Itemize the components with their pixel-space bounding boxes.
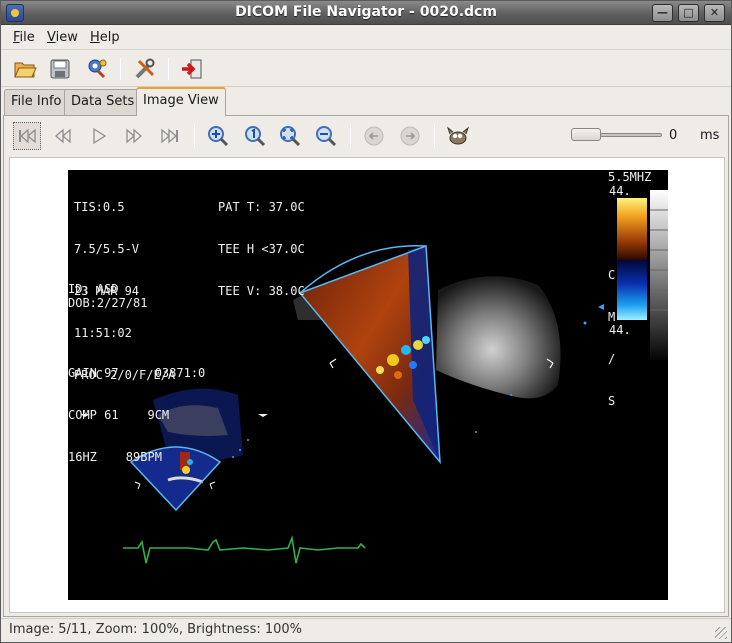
overlay-tee-v: TEE V: 38.0C: [218, 284, 305, 298]
zoom-out-icon[interactable]: [312, 122, 340, 150]
rotate-left-icon[interactable]: [360, 122, 388, 150]
overlay-top-mid: PAT T: 37.0C TEE H <37.0C TEE V: 38.0C: [218, 172, 305, 326]
menu-help[interactable]: Help: [90, 30, 120, 45]
exit-icon[interactable]: [178, 55, 206, 83]
menu-view[interactable]: View: [47, 30, 78, 45]
settings-tools-icon[interactable]: [131, 55, 159, 83]
frame-delay-unit: ms: [700, 128, 720, 143]
main-toolbar: [1, 51, 731, 87]
overlay-probe: 7.5/5.5-V: [74, 242, 140, 256]
next-frame-icon[interactable]: [120, 122, 148, 150]
dicom-image[interactable]: TIS:0.5 7.5/5.5-V 23 MAR 94 11:51:02 PRO…: [68, 170, 668, 600]
gimp-icon[interactable]: [444, 122, 472, 150]
open-folder-icon[interactable]: [11, 55, 39, 83]
toolbar-separator: [194, 125, 195, 147]
play-icon[interactable]: [85, 122, 113, 150]
toolbar-separator: [434, 125, 435, 147]
maximize-button[interactable]: □: [678, 4, 699, 22]
overlay-dob: DOB:2/27/81: [68, 296, 148, 310]
tab-file-info[interactable]: File Info: [4, 89, 69, 115]
overlay-scale-top: 44.: [609, 184, 631, 198]
overlay-frequency: 5.5MHZ: [608, 170, 652, 184]
tab-data-sets[interactable]: Data Sets: [64, 89, 142, 115]
overlay-scale-unit: C M / S: [608, 268, 616, 408]
toolbar-separator: [350, 125, 351, 147]
window-title: DICOM File Navigator - 0020.dcm: [235, 4, 497, 20]
tab-image-view[interactable]: Image View: [136, 87, 226, 116]
overlay-comp: COMP 61 9CM: [68, 408, 170, 422]
menu-file[interactable]: File: [13, 30, 35, 45]
resize-grip-icon[interactable]: [715, 627, 727, 639]
last-frame-icon[interactable]: [156, 122, 184, 150]
zoom-in-icon[interactable]: [204, 122, 232, 150]
title-bar[interactable]: DICOM File Navigator - 0020.dcm — □ ✕: [1, 1, 731, 25]
close-button[interactable]: ✕: [704, 4, 725, 22]
rotate-right-icon[interactable]: [396, 122, 424, 150]
overlay-id: ID: ASD: [68, 282, 119, 296]
toolbar-separator: [168, 58, 169, 80]
status-bar: Image: 5/11, Zoom: 100%, Brightness: 100…: [1, 618, 731, 642]
zoom-fit-icon[interactable]: [276, 122, 304, 150]
toolbar-separator: [120, 58, 121, 80]
overlay-pat-temp: PAT T: 37.0C: [218, 200, 305, 214]
save-icon[interactable]: [46, 55, 74, 83]
overlay-params: GAIN 97 03871:0 COMP 61 9CM 16HZ 89BPM: [68, 338, 205, 492]
image-view-panel: 0 ms TIS:0.5 7.5/5.5-V 23 MAR 94 11:51:0…: [3, 115, 729, 617]
anonymize-icon[interactable]: [83, 55, 111, 83]
first-frame-icon[interactable]: [13, 122, 41, 150]
zoom-actual-icon[interactable]: [241, 122, 269, 150]
minimize-button[interactable]: —: [652, 4, 673, 22]
overlay-tee-h: TEE H <37.0C: [218, 242, 305, 256]
overlay-rate: 16HZ 89BPM: [68, 450, 162, 464]
frame-delay-value: 0: [669, 128, 678, 143]
overlay-tis: TIS:0.5: [74, 200, 125, 214]
app-window: DICOM File Navigator - 0020.dcm — □ ✕ Fi…: [0, 0, 732, 643]
ecg-trace: [123, 535, 366, 564]
image-viewport[interactable]: TIS:0.5 7.5/5.5-V 23 MAR 94 11:51:02 PRO…: [9, 157, 725, 613]
previous-frame-icon[interactable]: [49, 122, 77, 150]
overlay-gain: GAIN 97 03871:0: [68, 366, 206, 380]
frame-delay-slider-thumb[interactable]: [571, 128, 601, 141]
menu-bar: File View Help: [1, 26, 731, 50]
status-text: Image: 5/11, Zoom: 100%, Brightness: 100…: [9, 622, 303, 637]
